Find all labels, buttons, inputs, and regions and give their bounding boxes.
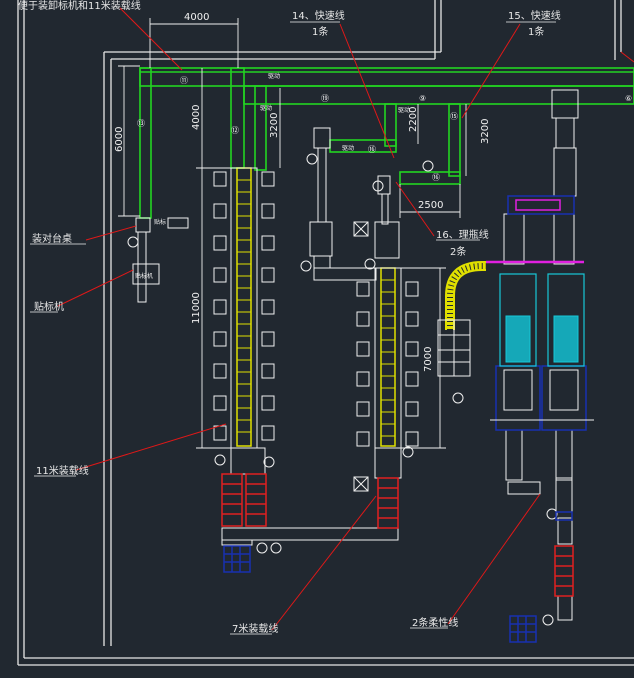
label-conveyor-16: 16、理瓶线 (436, 228, 489, 241)
label-conveyor-14: 14、快速线 (292, 9, 345, 22)
dim-4000-vertical: 4000 (191, 105, 202, 130)
dim-4000-top: 4000 (184, 12, 209, 23)
label-conveyor-15: 15、快速线 (508, 9, 561, 22)
callout-15: ⑮ (450, 112, 458, 121)
callout-19: ⑲ (321, 94, 329, 103)
dim-11000: 11000 (191, 292, 202, 324)
workstation-stations (127, 153, 558, 626)
dim-7000: 7000 (423, 347, 434, 372)
layout-drawing: 便于装卸标机和11米装载线 装对台桌 贴标机 11米装载线 7米装载线 2条柔性… (17, 0, 634, 666)
label-conveyor-16-count: 2条 (450, 245, 466, 258)
label-machine-tag: 贴标机 (135, 272, 153, 280)
callout-16b: ⑯ (432, 173, 440, 182)
label-conveyor-14-count: 1条 (312, 25, 328, 38)
callout-9: ⑨ (419, 94, 426, 103)
dim-3200-a: 3200 (269, 113, 280, 138)
tag-2: 驱动 (260, 105, 272, 112)
label-conveyor-15-count: 1条 (528, 25, 544, 38)
dim-2500: 2500 (418, 200, 443, 211)
label-7m-line: 7米装载线 (232, 622, 278, 635)
label-label-machine: 贴标机 (34, 300, 64, 313)
dim-6000: 6000 (114, 127, 125, 152)
label-flex-line: 2条柔性线 (412, 616, 458, 629)
dimension-lines (118, 18, 467, 449)
dim-3200-b: 3200 (480, 119, 491, 144)
tag-5: 贴标 (154, 218, 166, 226)
callout-16a: ⑯ (368, 145, 376, 154)
callout-6: ⑥ (625, 94, 632, 103)
label-11m-line: 11米装载线 (36, 464, 89, 477)
label-top-left: 便于装卸标机和11米装载线 (18, 0, 141, 12)
tag-4: 驱动 (342, 145, 354, 152)
callout-11: ⑪ (180, 76, 188, 85)
text-underlines (30, 21, 556, 635)
tag-1: 驱动 (268, 73, 280, 80)
tag-3: 驱动 (398, 107, 410, 114)
callout-13: ⑬ (137, 119, 145, 128)
callout-12: ⑫ (231, 126, 239, 135)
label-pack-table: 装对台桌 (32, 232, 72, 245)
